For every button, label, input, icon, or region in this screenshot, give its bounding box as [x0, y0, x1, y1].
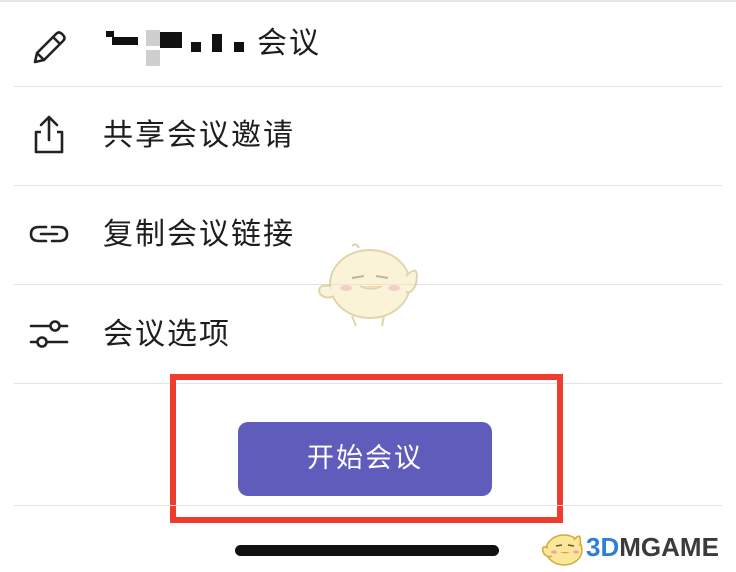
share-icon: [34, 115, 64, 154]
highlight-annotation-box: [170, 374, 563, 523]
site-watermark-text: 3DMGAME: [586, 532, 719, 562]
divider: [14, 505, 722, 506]
menu-item-rename[interactable]: 会议: [0, 0, 736, 98]
sliders-icon: [29, 320, 69, 348]
menu-item-label: 共享会议邀请: [103, 118, 295, 153]
mascot-watermark-image: [318, 243, 418, 327]
link-icon: [29, 225, 69, 243]
menu-item-label: 复制会议链接: [103, 217, 295, 252]
menu-item-share-invite[interactable]: 共享会议邀请: [0, 87, 736, 185]
menu-item-label: 会议: [257, 26, 321, 61]
pencil-icon: [33, 31, 66, 64]
home-indicator[interactable]: [235, 545, 499, 556]
menu-item-label: 会议选项: [103, 317, 231, 352]
